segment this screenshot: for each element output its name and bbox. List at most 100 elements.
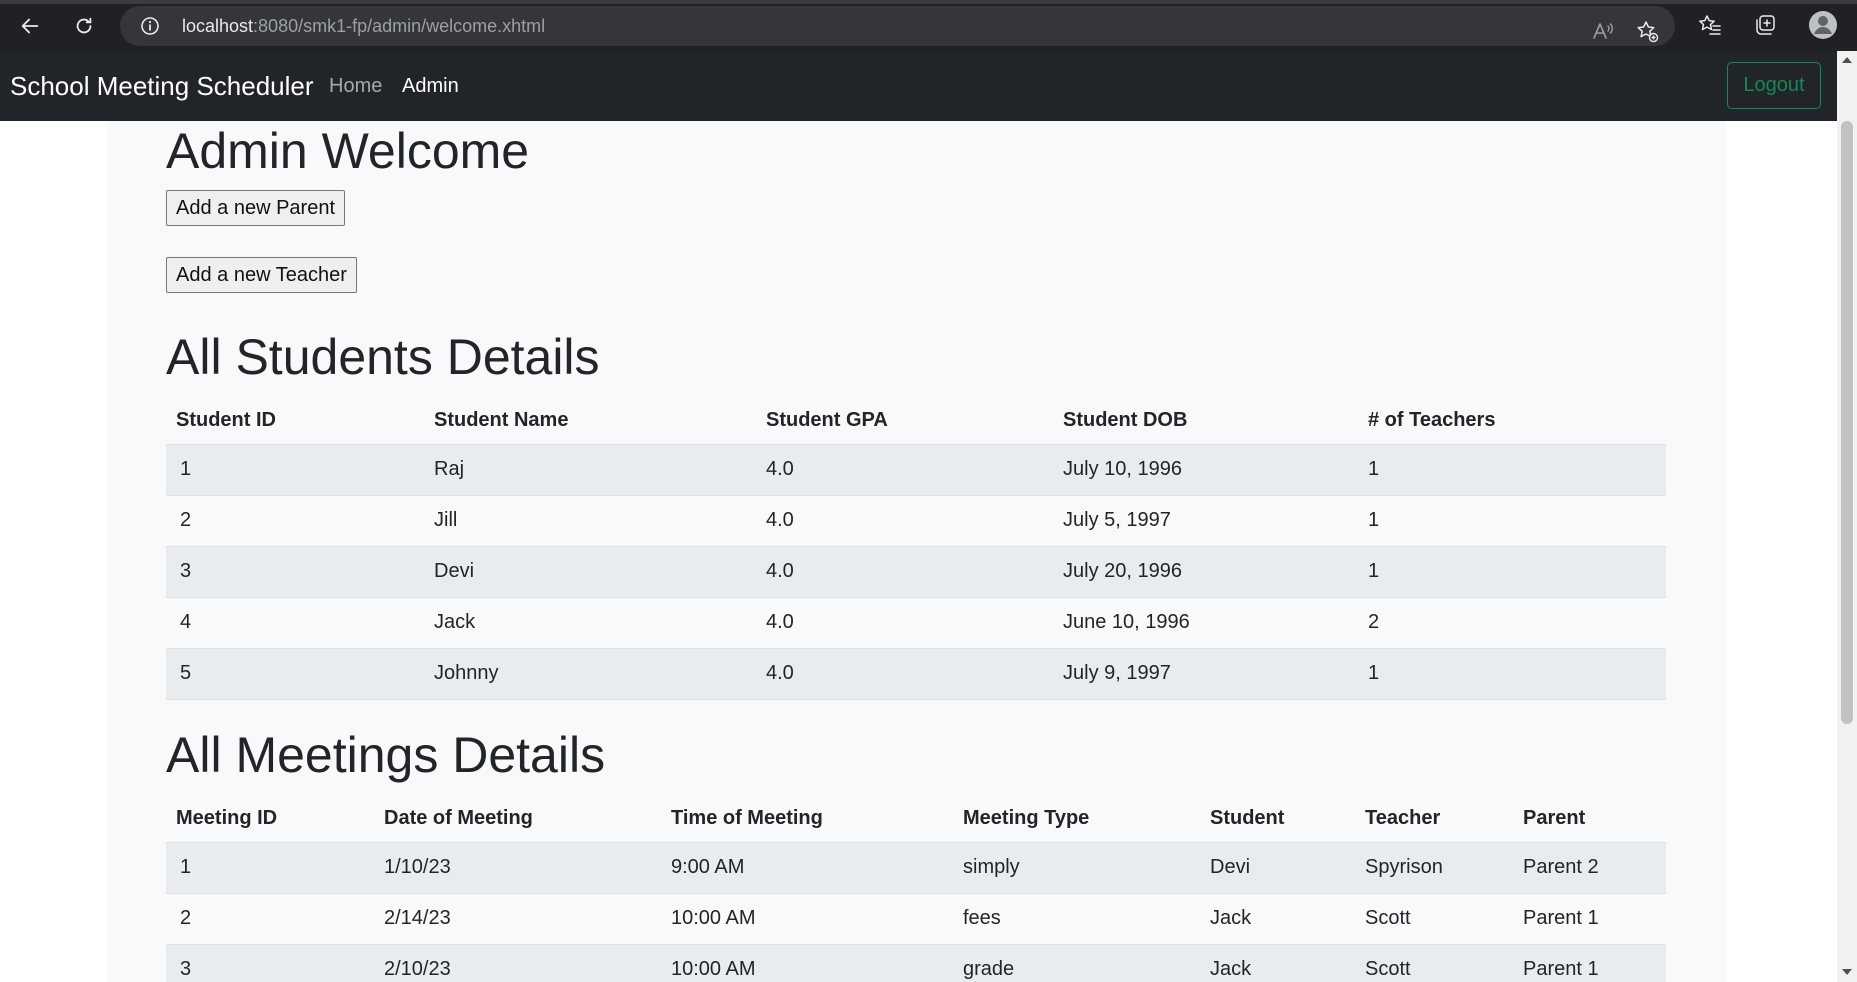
table-cell: 1 (1358, 546, 1666, 598)
table-row: 2 Jill 4.0 July 5, 1997 1 (166, 495, 1666, 547)
page-scrollbar[interactable] (1837, 51, 1857, 982)
scroll-down-arrow-icon[interactable] (1842, 969, 1852, 975)
address-bar[interactable]: localhost:8080/smk1-fp/admin/welcome.xht… (120, 6, 1675, 46)
table-cell: 10:00 AM (661, 944, 953, 982)
logout-button[interactable]: Logout (1727, 62, 1821, 109)
scroll-up-arrow-icon[interactable] (1842, 57, 1852, 63)
url-path: :8080/smk1-fp/admin/welcome.xhtml (253, 16, 546, 36)
table-header-row: Student ID Student Name Student GPA Stud… (166, 398, 1666, 445)
table-cell: 3 (166, 546, 424, 598)
table-cell: 1 (1358, 444, 1666, 496)
table-cell: 10:00 AM (661, 893, 953, 945)
column-header: Student GPA (756, 398, 1053, 445)
read-aloud-button[interactable] (1590, 18, 1616, 44)
table-cell: 9:00 AM (661, 842, 953, 894)
table-cell: grade (953, 944, 1200, 982)
url-text[interactable]: localhost:8080/smk1-fp/admin/welcome.xht… (182, 6, 545, 46)
avatar-icon (1809, 11, 1837, 39)
table-cell: June 10, 1996 (1053, 597, 1358, 649)
table-cell: 2/10/23 (374, 944, 661, 982)
table-cell: 4 (166, 597, 424, 649)
table-cell: Jack (424, 597, 756, 649)
favorites-button[interactable] (1697, 12, 1723, 38)
table-row: 3 Devi 4.0 July 20, 1996 1 (166, 546, 1666, 598)
table-row: 1 1/10/23 9:00 AM simply Devi Spyrison P… (166, 842, 1666, 894)
table-cell: 2/14/23 (374, 893, 661, 945)
table-header-row: Meeting ID Date of Meeting Time of Meeti… (166, 796, 1666, 843)
table-cell: Johnny (424, 648, 756, 700)
nav-link-home[interactable]: Home (329, 51, 382, 121)
nav-link-admin[interactable]: Admin (402, 51, 459, 121)
table-cell: 1 (1358, 648, 1666, 700)
browser-tab-strip (0, 0, 1857, 4)
navbar-brand[interactable]: School Meeting Scheduler (10, 51, 314, 121)
table-cell: Parent 2 (1513, 842, 1666, 894)
add-parent-button[interactable]: Add a new Parent (166, 190, 345, 226)
table-cell: 4.0 (756, 444, 1053, 496)
table-cell: Raj (424, 444, 756, 496)
table-cell: July 20, 1996 (1053, 546, 1358, 598)
table-cell: Scott (1355, 893, 1513, 945)
info-icon[interactable] (140, 16, 160, 36)
students-section-title: All Students Details (166, 329, 600, 385)
favorites-icon (1699, 15, 1721, 35)
column-header: Teacher (1355, 796, 1513, 843)
table-cell: Parent 1 (1513, 893, 1666, 945)
table-cell: Jack (1200, 893, 1355, 945)
profile-button[interactable] (1808, 10, 1838, 40)
main-content: Admin Welcome Add a new Parent Add a new… (107, 121, 1726, 982)
add-favorite-button[interactable] (1634, 18, 1660, 44)
add-teacher-button[interactable]: Add a new Teacher (166, 257, 357, 293)
table-row: 5 Johnny 4.0 July 9, 1997 1 (166, 648, 1666, 700)
meetings-section-title: All Meetings Details (166, 727, 606, 783)
students-table: Student ID Student Name Student GPA Stud… (166, 398, 1666, 700)
table-cell: 3 (166, 944, 374, 982)
table-cell: simply (953, 842, 1200, 894)
table-cell: 2 (166, 495, 424, 547)
table-cell: Jack (1200, 944, 1355, 982)
app-navbar: School Meeting Scheduler Home Admin Logo… (0, 51, 1837, 121)
column-header: Date of Meeting (374, 796, 661, 843)
column-header: Meeting Type (953, 796, 1200, 843)
table-cell: Devi (1200, 842, 1355, 894)
table-cell: 5 (166, 648, 424, 700)
table-cell: July 9, 1997 (1053, 648, 1358, 700)
scrollbar-thumb[interactable] (1841, 121, 1853, 724)
table-row: 4 Jack 4.0 June 10, 1996 2 (166, 597, 1666, 649)
page-title: Admin Welcome (166, 123, 530, 179)
table-cell: July 5, 1997 (1053, 495, 1358, 547)
column-header: Student Name (424, 398, 756, 445)
reload-icon (76, 17, 92, 34)
table-cell: Devi (424, 546, 756, 598)
table-cell: 4.0 (756, 495, 1053, 547)
browser-toolbar: localhost:8080/smk1-fp/admin/welcome.xht… (0, 0, 1857, 51)
collections-icon (1756, 15, 1775, 35)
column-header: Student (1200, 796, 1355, 843)
table-row: 1 Raj 4.0 July 10, 1996 1 (166, 444, 1666, 496)
table-cell: 2 (1358, 597, 1666, 649)
table-cell: Spyrison (1355, 842, 1513, 894)
table-cell: 1 (166, 444, 424, 496)
column-header: Meeting ID (166, 796, 374, 843)
table-cell: 4.0 (756, 597, 1053, 649)
meetings-table: Meeting ID Date of Meeting Time of Meeti… (166, 796, 1666, 982)
table-cell: 1 (166, 842, 374, 894)
arrow-left-icon (21, 18, 39, 34)
table-cell: Scott (1355, 944, 1513, 982)
column-header: Parent (1513, 796, 1666, 843)
table-cell: 1 (1358, 495, 1666, 547)
table-cell: 1/10/23 (374, 842, 661, 894)
read-aloud-icon (1593, 23, 1613, 39)
collections-button[interactable] (1752, 12, 1778, 38)
table-cell: fees (953, 893, 1200, 945)
column-header: Time of Meeting (661, 796, 953, 843)
table-cell: Jill (424, 495, 756, 547)
table-row: 2 2/14/23 10:00 AM fees Jack Scott Paren… (166, 893, 1666, 945)
column-header: # of Teachers (1358, 398, 1666, 445)
reload-button[interactable] (66, 8, 102, 44)
table-cell: Parent 1 (1513, 944, 1666, 982)
back-button[interactable] (12, 8, 48, 44)
table-row: 3 2/10/23 10:00 AM grade Jack Scott Pare… (166, 944, 1666, 982)
table-cell: 4.0 (756, 546, 1053, 598)
table-cell: July 10, 1996 (1053, 444, 1358, 496)
